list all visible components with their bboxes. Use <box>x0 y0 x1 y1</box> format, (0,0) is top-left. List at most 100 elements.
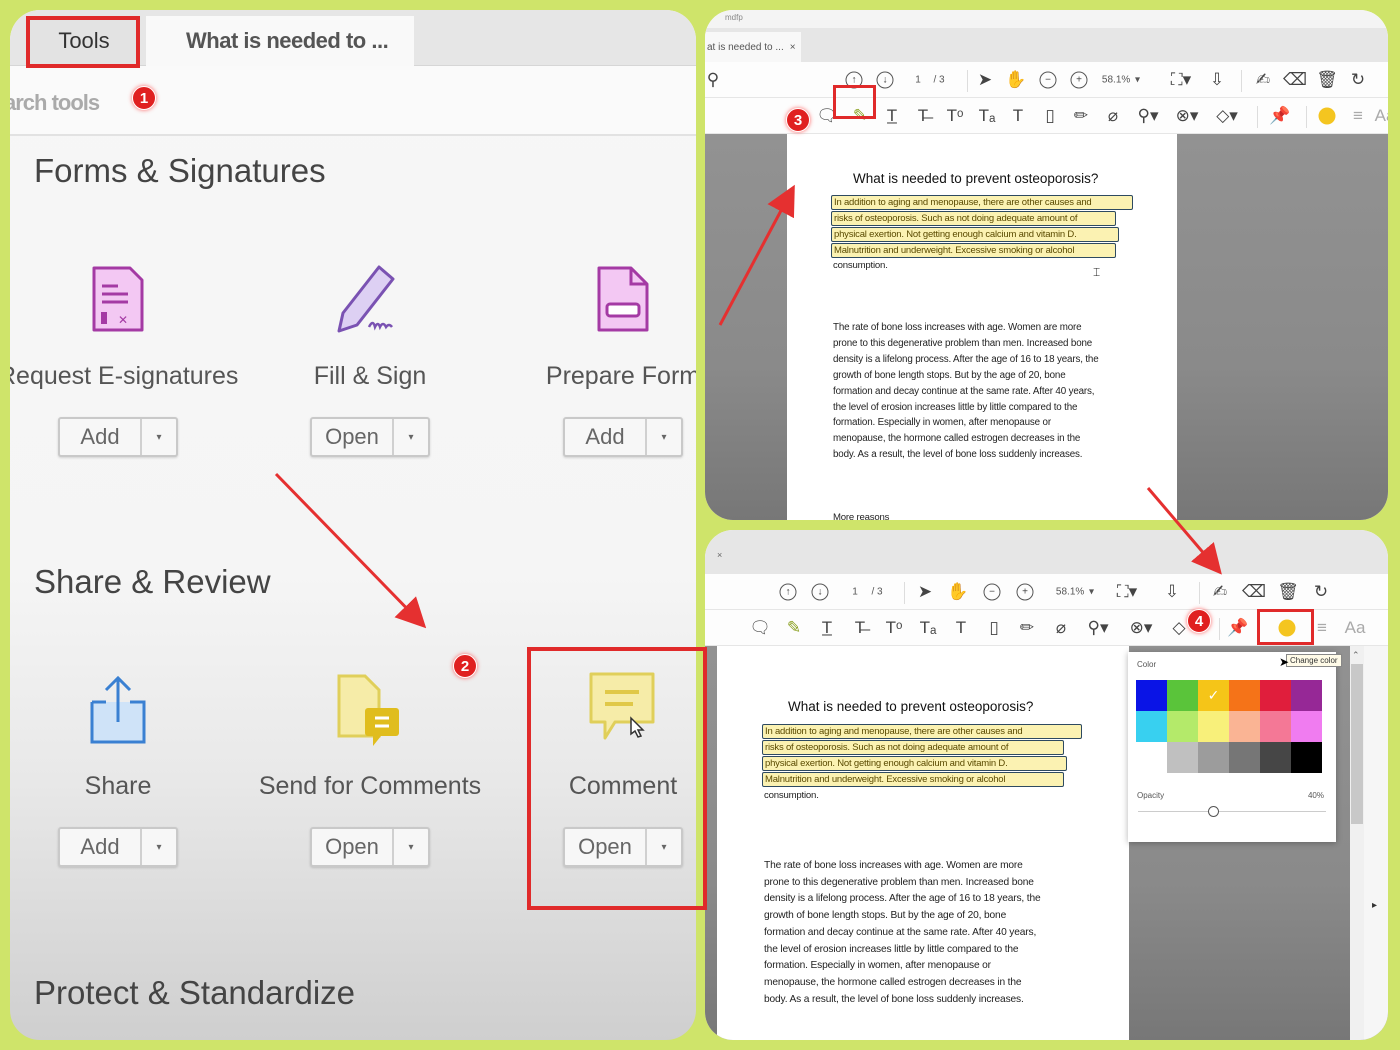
text-field-icon[interactable]: ▯ <box>989 618 998 638</box>
insert-text-icon[interactable]: Tₐ <box>920 618 937 638</box>
color-swatch[interactable] <box>1260 742 1291 773</box>
pin-icon[interactable]: 📌 <box>1269 106 1290 126</box>
document-tab[interactable]: at is needed to ... × <box>705 32 801 62</box>
color-picker-button[interactable] <box>1318 107 1336 124</box>
right-panel-toggle[interactable]: ▸ <box>1364 646 1388 1040</box>
chevron-down-icon[interactable]: ▾ <box>142 829 176 865</box>
document-page[interactable]: What is needed to prevent osteoporosis? … <box>717 646 1129 1040</box>
replace-text-icon[interactable]: Tᵒ <box>886 618 903 638</box>
color-swatch[interactable] <box>1198 742 1229 773</box>
search-tools-row[interactable]: arch tools <box>10 66 696 136</box>
highlighted-line[interactable]: risks of osteoporosis. Such as not doing… <box>831 211 1116 226</box>
highlighted-line[interactable]: risks of osteoporosis. Such as not doing… <box>762 740 1064 755</box>
page-down-icon[interactable]: ↓ <box>811 583 829 600</box>
font-icon[interactable]: Aa <box>1345 618 1366 638</box>
hand-tool-icon[interactable]: ✋ <box>1005 70 1026 90</box>
chevron-down-icon[interactable]: ▾ <box>394 419 428 455</box>
add-button[interactable]: Add <box>60 829 142 865</box>
strikethrough-icon[interactable]: T̶ <box>918 106 928 126</box>
eraser-icon[interactable]: ⌀ <box>1108 106 1118 126</box>
page-up-icon[interactable]: ↑ <box>779 583 797 600</box>
pencil-icon[interactable]: ✏ <box>1020 618 1034 638</box>
open-button[interactable]: Open <box>312 419 394 455</box>
zoom-in-icon[interactable]: + <box>1070 71 1088 88</box>
tool-fill-sign[interactable]: Fill & Sign Open ▾ <box>250 250 490 457</box>
pencil-icon[interactable]: ✏ <box>1074 106 1088 126</box>
rotate-icon[interactable]: ↻ <box>1351 70 1365 90</box>
delete-icon[interactable]: 🗑 <box>1316 70 1338 90</box>
sign-icon[interactable]: ✍ <box>1213 582 1227 602</box>
opacity-slider-track[interactable] <box>1138 811 1326 812</box>
text-box-icon[interactable]: T <box>956 618 966 638</box>
strikethrough-icon[interactable]: T̶ <box>855 618 865 638</box>
highlighted-line[interactable]: physical exertion. Not getting enough ca… <box>831 227 1119 242</box>
scroll-mode-icon[interactable]: ⇩ <box>1165 582 1179 602</box>
highlighted-line[interactable]: Malnutrition and underweight. Excessive … <box>831 243 1116 258</box>
shapes-icon[interactable]: ◇ <box>1172 618 1185 638</box>
line-weight-icon[interactable]: ≡ <box>1317 618 1327 638</box>
chevron-down-icon[interactable]: ▾ <box>394 829 428 865</box>
insert-text-icon[interactable]: Tₐ <box>979 106 996 126</box>
eraser-icon[interactable]: ⌀ <box>1056 618 1066 638</box>
scroll-up-icon[interactable]: ⌃ <box>1352 650 1360 661</box>
color-swatch[interactable] <box>1229 742 1260 773</box>
page-number-input[interactable]: 1 <box>915 74 921 85</box>
sign-icon[interactable]: ✍ <box>1256 70 1270 90</box>
color-swatch[interactable] <box>1198 711 1229 742</box>
tab-document[interactable]: What is needed to ... <box>146 16 414 66</box>
color-swatch[interactable]: ✓ <box>1198 680 1229 711</box>
tool-request-esignatures[interactable]: ✕ Request E-signatures Add ▾ <box>10 250 238 457</box>
page-number-input[interactable]: 1 <box>852 586 858 597</box>
fit-page-icon[interactable]: ⛶▾ <box>1171 70 1191 90</box>
document-page[interactable]: What is needed to prevent osteoporosis? … <box>787 134 1177 520</box>
delete-icon[interactable]: 🗑 <box>1277 582 1299 602</box>
color-swatch[interactable] <box>1291 742 1322 773</box>
stamp-icon[interactable]: ⚲▾ <box>1138 106 1159 126</box>
text-field-icon[interactable]: ▯ <box>1045 106 1054 126</box>
color-swatch[interactable] <box>1167 680 1198 711</box>
page-down-icon[interactable]: ↓ <box>876 71 894 88</box>
add-button[interactable]: Add <box>60 419 142 455</box>
line-weight-icon[interactable]: ≡ <box>1353 106 1363 126</box>
zoom-level-select[interactable]: 58.1% ▾ <box>1102 74 1140 85</box>
select-cursor-icon[interactable]: ➤ <box>978 70 992 90</box>
open-button[interactable]: Open <box>312 829 394 865</box>
color-swatch[interactable] <box>1136 711 1167 742</box>
select-cursor-icon[interactable]: ➤ <box>918 582 932 602</box>
add-button[interactable]: Add <box>565 419 647 455</box>
stamp-icon[interactable]: ⚲▾ <box>1088 618 1109 638</box>
scroll-mode-icon[interactable]: ⇩ <box>1210 70 1224 90</box>
pin-icon[interactable]: 📌 <box>1227 618 1248 638</box>
chevron-down-icon[interactable]: ▾ <box>647 419 681 455</box>
zoom-in-icon[interactable]: + <box>1016 583 1034 600</box>
opacity-slider-thumb[interactable] <box>1207 806 1219 817</box>
shapes-icon[interactable]: ◇▾ <box>1216 106 1238 126</box>
hand-tool-icon[interactable]: ✋ <box>947 582 968 602</box>
vertical-scrollbar[interactable]: ⌃ <box>1350 646 1364 1040</box>
rotate-icon[interactable]: ↻ <box>1314 582 1328 602</box>
tool-share[interactable]: Share Add ▾ <box>10 660 238 867</box>
color-swatch[interactable] <box>1229 680 1260 711</box>
color-swatch[interactable] <box>1167 742 1198 773</box>
close-icon[interactable]: × <box>790 42 796 53</box>
erase-annotation-icon[interactable]: ⌫ <box>1283 70 1307 90</box>
zoom-out-icon[interactable]: − <box>983 583 1001 600</box>
color-swatch[interactable] <box>1291 680 1322 711</box>
highlighted-line[interactable]: physical exertion. Not getting enough ca… <box>762 756 1067 771</box>
scrollbar-thumb[interactable] <box>1351 664 1363 824</box>
color-swatch[interactable] <box>1136 742 1167 773</box>
color-swatch[interactable] <box>1291 711 1322 742</box>
font-icon[interactable]: Aa <box>1375 106 1388 126</box>
fit-page-icon[interactable]: ⛶▾ <box>1117 582 1137 602</box>
erase-annotation-icon[interactable]: ⌫ <box>1242 582 1266 602</box>
sticky-note-icon[interactable]: 🗨 <box>749 618 771 638</box>
highlighted-line[interactable]: In addition to aging and menopause, ther… <box>762 724 1082 739</box>
tool-send-for-comments[interactable]: Send for Comments Open ▾ <box>250 660 490 867</box>
close-icon[interactable]: × <box>717 550 722 560</box>
tool-prepare-form[interactable]: Prepare Form Add ▾ <box>503 250 696 457</box>
highlighter-icon[interactable]: ✎ <box>787 618 801 638</box>
zoom-out-icon[interactable]: − <box>1039 71 1057 88</box>
search-icon[interactable]: ⚲ <box>707 70 719 90</box>
color-swatch[interactable] <box>1260 711 1291 742</box>
color-swatch[interactable] <box>1136 680 1167 711</box>
